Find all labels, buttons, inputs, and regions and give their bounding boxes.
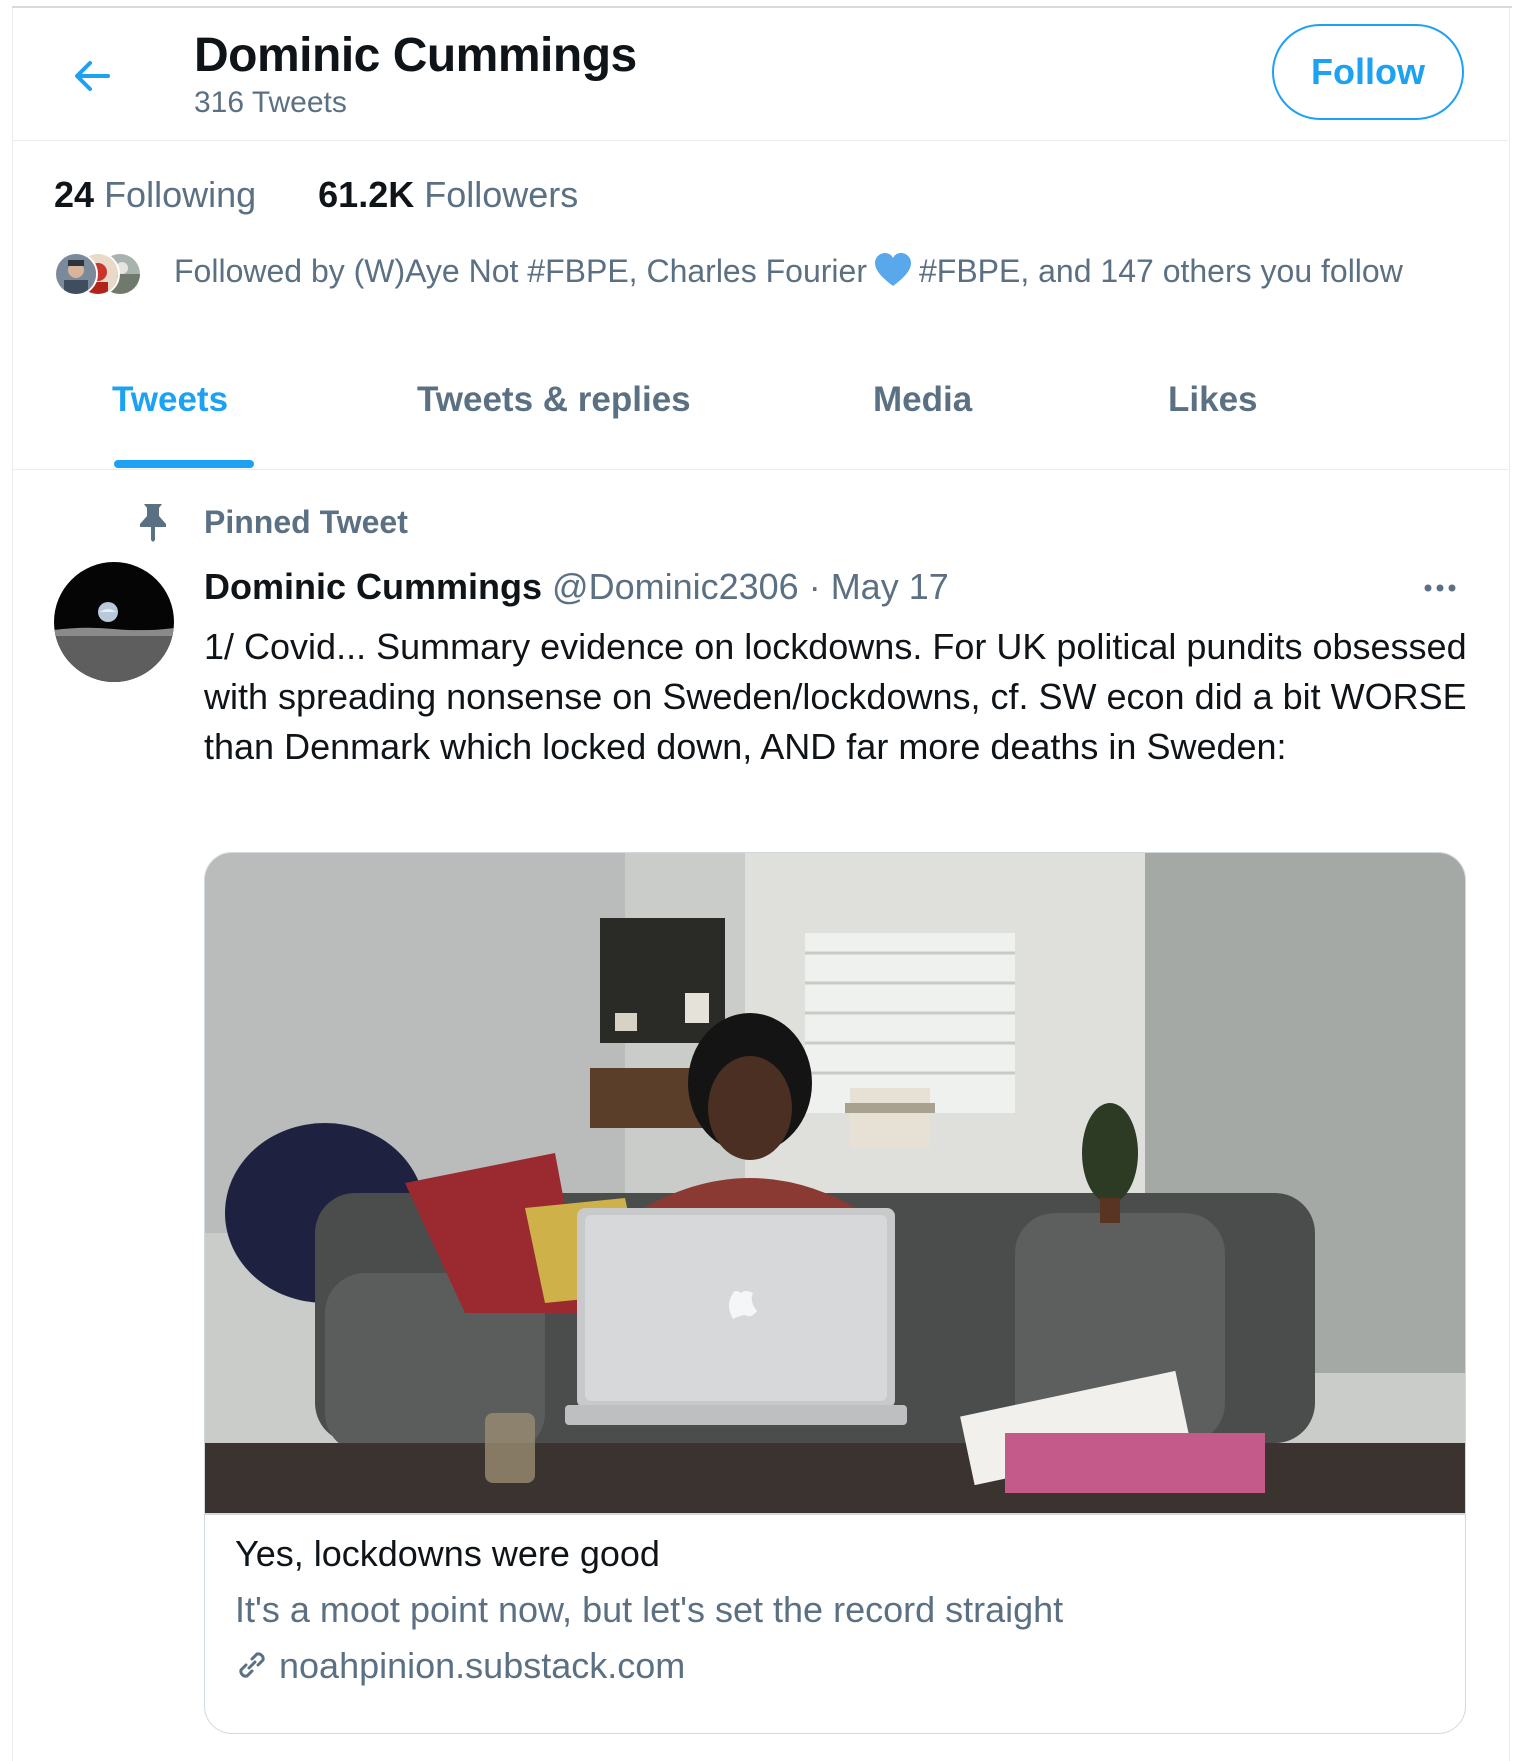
profile-page: Dominic Cummings 316 Tweets Follow 24 Fo…	[0, 0, 1528, 1761]
header-divider	[12, 140, 1508, 141]
header-tweet-count: 316 Tweets	[194, 86, 347, 119]
card-description: It's a moot point now, but let's set the…	[235, 1589, 1064, 1630]
card-separator	[205, 1513, 1465, 1515]
followed-by-avatars[interactable]	[54, 252, 144, 296]
link-icon	[239, 1652, 265, 1678]
tab-media[interactable]: Media	[873, 380, 972, 420]
card-domain: noahpinion.substack.com	[235, 1645, 685, 1687]
tweet-handle-date[interactable]: @Dominic2306 · May 17	[552, 566, 949, 607]
followed-by-text[interactable]: Followed by (W)Aye Not #FBPE, Charles Fo…	[174, 252, 1403, 290]
tweet-header: Dominic Cummings @Dominic2306 · May 17	[204, 566, 949, 608]
card-domain-text: noahpinion.substack.com	[279, 1645, 686, 1686]
follower-avatar	[54, 252, 98, 296]
followed-by-others: #FBPE, and 147 others you follow	[918, 253, 1403, 289]
link-preview-card[interactable]: Yes, lockdowns were good It's a moot poi…	[204, 852, 1466, 1734]
header-profile-name: Dominic Cummings	[194, 29, 637, 82]
follow-button[interactable]: Follow	[1272, 24, 1464, 120]
tab-likes[interactable]: Likes	[1168, 380, 1258, 420]
followed-by-names: Followed by (W)Aye Not #FBPE, Charles Fo…	[174, 253, 867, 289]
card-image	[205, 853, 1465, 1513]
tab-tweets-and-replies[interactable]: Tweets & replies	[417, 380, 691, 420]
pinned-tweet-label: Pinned Tweet	[204, 504, 408, 540]
following-count: 24	[54, 174, 95, 215]
followers-label: Followers	[424, 174, 579, 215]
following-link[interactable]: 24 Following	[54, 174, 256, 216]
following-label: Following	[104, 174, 257, 215]
card-title: Yes, lockdowns were good	[235, 1533, 660, 1574]
followers-link[interactable]: 61.2K Followers	[318, 174, 578, 216]
more-horizontal-icon[interactable]	[1416, 572, 1464, 604]
profile-stats: 24 Following 61.2K Followers	[54, 174, 630, 216]
tweet-author-avatar[interactable]	[54, 562, 174, 682]
profile-tabs: Tweets Tweets & replies Media Likes	[12, 350, 1508, 470]
tweet-author-name[interactable]: Dominic Cummings	[204, 566, 542, 607]
pin-icon	[140, 504, 166, 542]
back-arrow-icon[interactable]	[68, 52, 116, 100]
tweet-text: 1/ Covid... Summary evidence on lockdown…	[204, 626, 1467, 767]
active-tab-indicator	[114, 460, 254, 468]
tabs-divider	[12, 469, 1508, 470]
followers-count: 61.2K	[318, 174, 415, 215]
blue-heart-icon	[874, 253, 911, 286]
tab-tweets[interactable]: Tweets	[112, 380, 228, 420]
